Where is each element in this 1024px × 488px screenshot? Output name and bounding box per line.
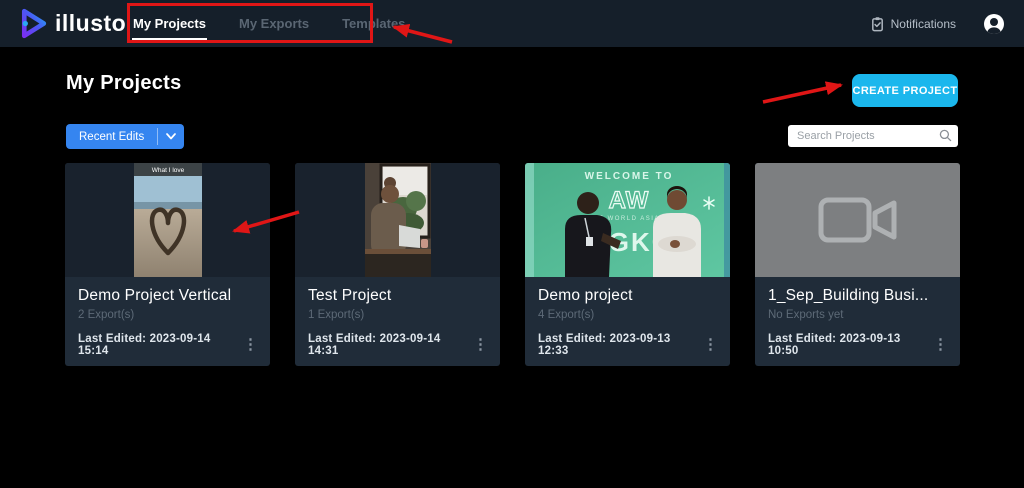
project-card-demo-project[interactable]: WELCOME TO AW IATE WORLD ASIA 20 NGKO [525, 163, 730, 366]
project-last-edited: Last Edited: 2023-09-14 14:31 [308, 333, 467, 357]
beach-heart-thumbnail-image: What I love [134, 163, 202, 277]
project-card-footer: Last Edited: 2023-09-14 14:31 ⋮ [308, 333, 494, 357]
search-input[interactable] [788, 125, 958, 147]
project-last-edited: Last Edited: 2023-09-13 10:50 [768, 333, 927, 357]
brand-logo[interactable]: illusto [14, 5, 126, 42]
navbar-right: Notifications [870, 0, 1006, 47]
woman-at-desk-thumbnail-image [365, 163, 431, 277]
app-screen: illusto My Projects My Exports Templates… [0, 0, 1024, 488]
top-navbar: illusto My Projects My Exports Templates… [0, 0, 1024, 47]
notifications-button[interactable]: Notifications [870, 16, 956, 32]
search-icon [939, 129, 952, 142]
project-title: Test Project [308, 287, 488, 305]
project-card-footer: Last Edited: 2023-09-13 12:33 ⋮ [538, 333, 724, 357]
tab-templates[interactable]: Templates [342, 0, 405, 47]
sort-filter-label: Recent Edits [66, 124, 157, 149]
kebab-menu-icon[interactable]: ⋮ [467, 338, 494, 352]
primary-tabs: My Projects My Exports Templates [133, 0, 405, 47]
illusto-logo-icon [14, 5, 51, 42]
project-card-demo-project-vertical[interactable]: What I love Demo Project Vertical 2 Expo… [65, 163, 270, 366]
video-placeholder-thumbnail [755, 163, 960, 277]
project-title: Demo Project Vertical [78, 287, 258, 305]
project-exports: 4 Export(s) [538, 309, 718, 321]
annotation-arrow-create-project [763, 85, 841, 102]
project-title: 1_Sep_Building Busi... [768, 287, 948, 305]
project-card-footer: Last Edited: 2023-09-14 15:14 ⋮ [78, 333, 264, 357]
project-thumbnail[interactable] [295, 163, 500, 277]
project-title: Demo project [538, 287, 718, 305]
thumbnail-welcome-text: WELCOME TO [585, 171, 674, 182]
search-projects-box [788, 125, 958, 147]
project-card-info: Demo Project Vertical 2 Export(s) Last E… [65, 277, 270, 366]
tab-my-projects[interactable]: My Projects [133, 0, 206, 47]
project-last-edited: Last Edited: 2023-09-14 15:14 [78, 333, 237, 357]
notifications-label: Notifications [891, 17, 956, 31]
project-thumbnail[interactable]: What I love [65, 163, 270, 277]
project-thumbnail[interactable] [755, 163, 960, 277]
user-avatar[interactable] [982, 12, 1006, 36]
conference-interview-thumbnail-image: WELCOME TO AW IATE WORLD ASIA 20 NGKO [525, 163, 730, 277]
project-card-info: Demo project 4 Export(s) Last Edited: 20… [525, 277, 730, 366]
project-card-footer: Last Edited: 2023-09-13 10:50 ⋮ [768, 333, 954, 357]
clipboard-check-icon [870, 16, 885, 32]
kebab-menu-icon[interactable]: ⋮ [927, 338, 954, 352]
kebab-menu-icon[interactable]: ⋮ [697, 338, 724, 352]
project-thumbnail[interactable]: WELCOME TO AW IATE WORLD ASIA 20 NGKO [525, 163, 730, 277]
create-project-button[interactable]: CREATE PROJECT [852, 74, 958, 107]
thumbnail-caption: What I love [151, 167, 184, 174]
tab-my-exports[interactable]: My Exports [239, 0, 309, 47]
sort-filter-button[interactable]: Recent Edits [66, 124, 184, 149]
project-exports: 2 Export(s) [78, 309, 258, 321]
thumbnail-logo-text: AW [609, 187, 650, 214]
project-last-edited: Last Edited: 2023-09-13 12:33 [538, 333, 697, 357]
project-exports: No Exports yet [768, 309, 948, 321]
brand-wordmark: illusto [55, 10, 126, 37]
project-card-1-sep-building[interactable]: 1_Sep_Building Busi... No Exports yet La… [755, 163, 960, 366]
page-title: My Projects [66, 72, 182, 95]
project-card-info: Test Project 1 Export(s) Last Edited: 20… [295, 277, 500, 366]
kebab-menu-icon[interactable]: ⋮ [237, 338, 264, 352]
project-card-info: 1_Sep_Building Busi... No Exports yet La… [755, 277, 960, 366]
projects-grid: What I love Demo Project Vertical 2 Expo… [65, 163, 960, 366]
project-card-test-project[interactable]: Test Project 1 Export(s) Last Edited: 20… [295, 163, 500, 366]
chevron-down-icon[interactable] [158, 124, 184, 149]
project-exports: 1 Export(s) [308, 309, 488, 321]
